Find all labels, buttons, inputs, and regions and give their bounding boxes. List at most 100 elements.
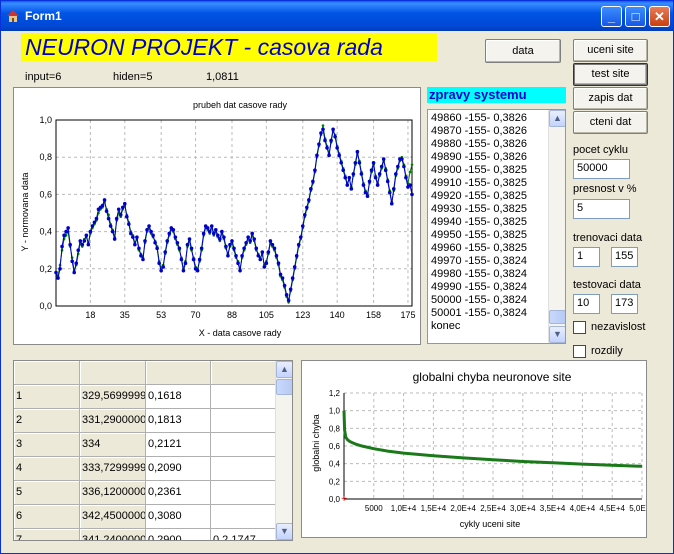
title-bar[interactable]: Form1 _ □ ✕ [1, 1, 673, 31]
grid-scroll-thumb[interactable] [276, 379, 292, 395]
scroll-up-button[interactable]: ▲ [549, 110, 565, 127]
grid-header-cell[interactable] [211, 361, 277, 385]
grid-row-header[interactable]: 7 [14, 529, 80, 540]
grid-cell[interactable] [211, 481, 277, 505]
scroll-down-button[interactable]: ▼ [549, 326, 565, 343]
chart1-data-point [131, 235, 135, 239]
grid-cell[interactable]: 329,5699999 [80, 385, 146, 409]
grid-cell[interactable]: 0,1813 [146, 409, 211, 433]
chart1-data-point [394, 172, 398, 176]
grid-cell[interactable]: 341,2400000 [80, 529, 146, 540]
chart1-xtick-label: 88 [227, 310, 237, 320]
grid-cell[interactable] [211, 385, 277, 409]
rozdily-checkbox[interactable] [573, 345, 586, 358]
test-site-button[interactable]: test site [573, 63, 648, 86]
chart2-xtick-label: 3,5E+4 [540, 504, 566, 513]
zapis-dat-button[interactable]: zapis dat [573, 87, 648, 110]
data-button[interactable]: data [485, 39, 561, 63]
chart2-ytick-label: 1,0 [329, 407, 341, 416]
testovaci-from-input[interactable]: 10 [573, 294, 600, 314]
grid-cell[interactable]: 0,3080 [146, 505, 211, 529]
trenovaci-to-input[interactable]: 155 [611, 247, 638, 267]
message-line: 50000 -155- 0,3824 [431, 294, 528, 306]
presnost-input[interactable]: 5 [573, 199, 630, 219]
cteni-dat-button[interactable]: cteni dat [573, 111, 648, 134]
message-line: 49950 -155- 0,3825 [431, 229, 528, 241]
grid-cell[interactable]: 0,1618 [146, 385, 211, 409]
grid-cell[interactable]: 342,4500000 [80, 505, 146, 529]
grid-row-header[interactable]: 3 [14, 433, 80, 457]
chart1-data-point [66, 226, 70, 230]
grid-cell[interactable]: 0,2361 [146, 481, 211, 505]
message-line: 49970 -155- 0,3824 [431, 255, 528, 267]
data-grid[interactable]: 1 329,5699999 0,1618 2 331,2900000 0,1813 3 334… [13, 360, 293, 541]
grid-cell[interactable]: 0,2121 [146, 433, 211, 457]
chart2-ylabel: globalni chyba [311, 414, 321, 472]
minimize-icon: _ [607, 9, 616, 24]
grid-cell[interactable] [211, 505, 277, 529]
messages-list[interactable]: 49860 -155- 0,3826 49870 -155- 0,3826 4988… [427, 109, 566, 344]
chart1-data-point [207, 229, 212, 234]
close-button[interactable]: ✕ [649, 6, 670, 27]
grid-cell[interactable] [211, 409, 277, 433]
chart1-data-point [58, 267, 62, 271]
chart1-xtick-label: 35 [120, 310, 130, 320]
chart2-ytick-label: 0,2 [329, 477, 341, 486]
scroll-thumb[interactable] [549, 310, 565, 324]
chart1-data-point [76, 248, 81, 252]
chart1-data-point [292, 265, 297, 269]
maximize-button[interactable]: □ [625, 6, 646, 27]
chart1-data-point [363, 190, 368, 195]
testovaci-to-input[interactable]: 173 [611, 294, 638, 314]
chart1-data-point [116, 207, 121, 212]
grid-scroll-up-button[interactable]: ▲ [276, 361, 292, 378]
grid-cell[interactable]: 0,2090 [146, 457, 211, 481]
trenovaci-from-input[interactable]: 1 [573, 247, 600, 267]
chart1-data-point [315, 153, 319, 158]
grid-header-cell[interactable] [146, 361, 211, 385]
pocet-cyklu-input[interactable]: 50000 [573, 159, 630, 179]
chart1-data-point [224, 244, 228, 249]
chart1-data-point [337, 153, 341, 158]
chart1-data-point [84, 233, 89, 238]
grid-cell[interactable]: 0,2,1747 [211, 529, 277, 540]
chart1-data-point [127, 222, 131, 226]
grid-cell[interactable] [211, 433, 277, 457]
minimize-button[interactable]: _ [601, 6, 622, 27]
nezavislost-checkbox[interactable] [573, 321, 586, 334]
chart1-data-point [216, 233, 220, 238]
grid-header-cell[interactable] [14, 361, 80, 385]
chart1-data-point [305, 205, 309, 210]
grid-cell[interactable]: 331,2900000 [80, 409, 146, 433]
message-line: konec [431, 320, 461, 332]
message-line: 49920 -155- 0,3825 [431, 190, 528, 202]
grid-cell[interactable]: 0,2900 [146, 529, 211, 540]
chart1-data-point [248, 239, 252, 243]
grid-scrollbar[interactable]: ▲ ▼ [275, 361, 292, 540]
grid-cell[interactable]: 333,7299999 [80, 457, 146, 481]
grid-row-header[interactable]: 2 [14, 409, 80, 433]
grid-row-header[interactable]: 4 [14, 457, 80, 481]
uceni-site-button[interactable]: uceni site [573, 39, 648, 62]
grid-cell[interactable] [211, 457, 277, 481]
maximize-icon: □ [631, 9, 640, 24]
grid-cell[interactable]: 336,1200000 [80, 481, 146, 505]
chart1-data-point [361, 183, 366, 187]
chart2-xtick-label: 3,0E+4 [510, 504, 536, 513]
chart1-xtick-label: 175 [400, 310, 415, 320]
chart1-data-point [325, 146, 329, 150]
grid-header-cell[interactable] [80, 361, 146, 385]
chart1-ytick-label: 0,0 [39, 301, 52, 311]
grid-cell[interactable]: 334 [80, 433, 146, 457]
chart1-ytick-label: 0,4 [39, 227, 52, 237]
grid-row-header[interactable]: 1 [14, 385, 80, 409]
messages-scrollbar[interactable]: ▲ ▼ [548, 110, 565, 343]
message-line: 49980 -155- 0,3824 [431, 268, 528, 280]
chart2-origin-marker: + [341, 494, 347, 505]
chart1-data-point [400, 157, 404, 161]
chart1-data-point [173, 235, 178, 239]
chart1-data-point [74, 261, 79, 266]
grid-row-header[interactable]: 5 [14, 481, 80, 505]
grid-scroll-down-button[interactable]: ▼ [276, 523, 292, 540]
grid-row-header[interactable]: 6 [14, 505, 80, 529]
